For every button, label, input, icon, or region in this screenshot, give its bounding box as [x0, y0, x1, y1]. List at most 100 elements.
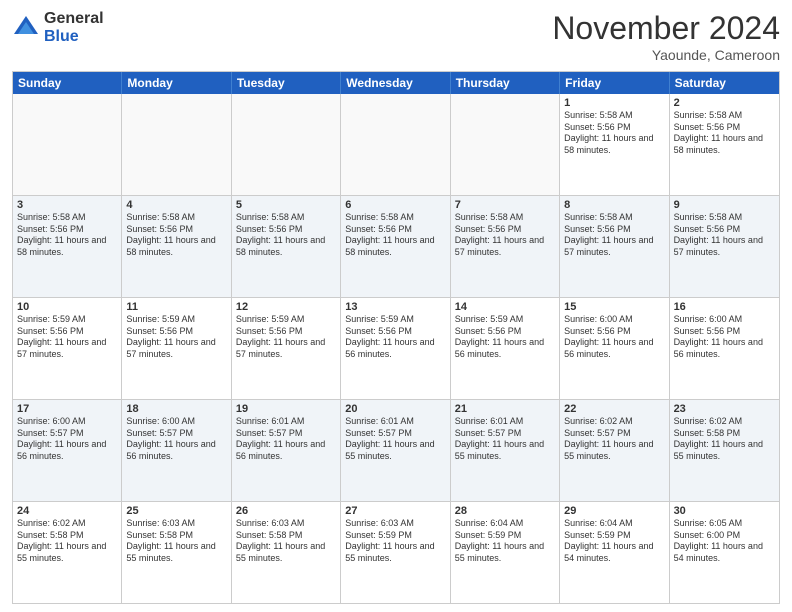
day-cell: 11Sunrise: 5:59 AM Sunset: 5:56 PM Dayli…	[122, 298, 231, 399]
weekday-header: Wednesday	[341, 72, 450, 94]
day-info: Sunrise: 6:05 AM Sunset: 6:00 PM Dayligh…	[674, 518, 763, 563]
day-info: Sunrise: 5:59 AM Sunset: 5:56 PM Dayligh…	[126, 314, 215, 359]
day-info: Sunrise: 5:58 AM Sunset: 5:56 PM Dayligh…	[564, 212, 653, 257]
day-info: Sunrise: 6:01 AM Sunset: 5:57 PM Dayligh…	[455, 416, 544, 461]
calendar-row: 10Sunrise: 5:59 AM Sunset: 5:56 PM Dayli…	[13, 297, 779, 399]
day-cell: 6Sunrise: 5:58 AM Sunset: 5:56 PM Daylig…	[341, 196, 450, 297]
day-info: Sunrise: 6:03 AM Sunset: 5:58 PM Dayligh…	[126, 518, 215, 563]
day-info: Sunrise: 6:01 AM Sunset: 5:57 PM Dayligh…	[236, 416, 325, 461]
day-number: 15	[564, 301, 664, 313]
day-number: 12	[236, 301, 336, 313]
day-number: 1	[564, 97, 664, 109]
day-number: 4	[126, 199, 226, 211]
day-cell: 8Sunrise: 5:58 AM Sunset: 5:56 PM Daylig…	[560, 196, 669, 297]
day-number: 11	[126, 301, 226, 313]
day-number: 16	[674, 301, 775, 313]
day-number: 23	[674, 403, 775, 415]
day-number: 19	[236, 403, 336, 415]
day-cell: 3Sunrise: 5:58 AM Sunset: 5:56 PM Daylig…	[13, 196, 122, 297]
location: Yaounde, Cameroon	[552, 47, 780, 63]
day-info: Sunrise: 6:00 AM Sunset: 5:56 PM Dayligh…	[564, 314, 653, 359]
month-title: November 2024	[552, 10, 780, 47]
weekday-header: Friday	[560, 72, 669, 94]
day-cell: 30Sunrise: 6:05 AM Sunset: 6:00 PM Dayli…	[670, 502, 779, 603]
day-info: Sunrise: 5:58 AM Sunset: 5:56 PM Dayligh…	[674, 212, 763, 257]
day-number: 8	[564, 199, 664, 211]
day-info: Sunrise: 5:59 AM Sunset: 5:56 PM Dayligh…	[455, 314, 544, 359]
day-cell: 4Sunrise: 5:58 AM Sunset: 5:56 PM Daylig…	[122, 196, 231, 297]
day-info: Sunrise: 6:00 AM Sunset: 5:56 PM Dayligh…	[674, 314, 763, 359]
logo-blue: Blue	[44, 28, 104, 46]
empty-cell	[232, 94, 341, 195]
day-cell: 9Sunrise: 5:58 AM Sunset: 5:56 PM Daylig…	[670, 196, 779, 297]
day-cell: 18Sunrise: 6:00 AM Sunset: 5:57 PM Dayli…	[122, 400, 231, 501]
logo: General Blue	[12, 10, 104, 45]
logo-text: General Blue	[44, 10, 104, 45]
calendar-row: 17Sunrise: 6:00 AM Sunset: 5:57 PM Dayli…	[13, 399, 779, 501]
day-info: Sunrise: 5:58 AM Sunset: 5:56 PM Dayligh…	[674, 110, 763, 155]
logo-icon	[12, 14, 40, 42]
day-number: 14	[455, 301, 555, 313]
day-cell: 29Sunrise: 6:04 AM Sunset: 5:59 PM Dayli…	[560, 502, 669, 603]
day-info: Sunrise: 5:58 AM Sunset: 5:56 PM Dayligh…	[455, 212, 544, 257]
day-number: 7	[455, 199, 555, 211]
day-number: 22	[564, 403, 664, 415]
day-cell: 15Sunrise: 6:00 AM Sunset: 5:56 PM Dayli…	[560, 298, 669, 399]
day-cell: 23Sunrise: 6:02 AM Sunset: 5:58 PM Dayli…	[670, 400, 779, 501]
day-cell: 25Sunrise: 6:03 AM Sunset: 5:58 PM Dayli…	[122, 502, 231, 603]
day-info: Sunrise: 5:58 AM Sunset: 5:56 PM Dayligh…	[236, 212, 325, 257]
day-cell: 24Sunrise: 6:02 AM Sunset: 5:58 PM Dayli…	[13, 502, 122, 603]
title-block: November 2024 Yaounde, Cameroon	[552, 10, 780, 63]
day-info: Sunrise: 6:02 AM Sunset: 5:58 PM Dayligh…	[674, 416, 763, 461]
day-info: Sunrise: 5:58 AM Sunset: 5:56 PM Dayligh…	[17, 212, 106, 257]
day-number: 25	[126, 505, 226, 517]
day-info: Sunrise: 6:04 AM Sunset: 5:59 PM Dayligh…	[564, 518, 653, 563]
day-cell: 17Sunrise: 6:00 AM Sunset: 5:57 PM Dayli…	[13, 400, 122, 501]
empty-cell	[122, 94, 231, 195]
calendar: SundayMondayTuesdayWednesdayThursdayFrid…	[12, 71, 780, 604]
day-cell: 27Sunrise: 6:03 AM Sunset: 5:59 PM Dayli…	[341, 502, 450, 603]
calendar-body: 1Sunrise: 5:58 AM Sunset: 5:56 PM Daylig…	[13, 94, 779, 603]
day-number: 10	[17, 301, 117, 313]
day-cell: 20Sunrise: 6:01 AM Sunset: 5:57 PM Dayli…	[341, 400, 450, 501]
day-number: 27	[345, 505, 445, 517]
day-number: 17	[17, 403, 117, 415]
empty-cell	[451, 94, 560, 195]
day-number: 13	[345, 301, 445, 313]
day-info: Sunrise: 6:02 AM Sunset: 5:58 PM Dayligh…	[17, 518, 106, 563]
weekday-header: Thursday	[451, 72, 560, 94]
day-cell: 5Sunrise: 5:58 AM Sunset: 5:56 PM Daylig…	[232, 196, 341, 297]
day-cell: 13Sunrise: 5:59 AM Sunset: 5:56 PM Dayli…	[341, 298, 450, 399]
day-info: Sunrise: 6:03 AM Sunset: 5:59 PM Dayligh…	[345, 518, 434, 563]
day-number: 30	[674, 505, 775, 517]
day-info: Sunrise: 6:01 AM Sunset: 5:57 PM Dayligh…	[345, 416, 434, 461]
day-info: Sunrise: 5:59 AM Sunset: 5:56 PM Dayligh…	[236, 314, 325, 359]
day-cell: 16Sunrise: 6:00 AM Sunset: 5:56 PM Dayli…	[670, 298, 779, 399]
day-info: Sunrise: 5:58 AM Sunset: 5:56 PM Dayligh…	[564, 110, 653, 155]
header: General Blue November 2024 Yaounde, Came…	[12, 10, 780, 63]
empty-cell	[341, 94, 450, 195]
day-cell: 12Sunrise: 5:59 AM Sunset: 5:56 PM Dayli…	[232, 298, 341, 399]
day-number: 21	[455, 403, 555, 415]
day-number: 29	[564, 505, 664, 517]
calendar-header: SundayMondayTuesdayWednesdayThursdayFrid…	[13, 72, 779, 94]
day-info: Sunrise: 6:03 AM Sunset: 5:58 PM Dayligh…	[236, 518, 325, 563]
day-number: 3	[17, 199, 117, 211]
day-number: 24	[17, 505, 117, 517]
day-number: 2	[674, 97, 775, 109]
day-cell: 10Sunrise: 5:59 AM Sunset: 5:56 PM Dayli…	[13, 298, 122, 399]
day-number: 18	[126, 403, 226, 415]
day-info: Sunrise: 6:02 AM Sunset: 5:57 PM Dayligh…	[564, 416, 653, 461]
weekday-header: Saturday	[670, 72, 779, 94]
empty-cell	[13, 94, 122, 195]
day-info: Sunrise: 6:04 AM Sunset: 5:59 PM Dayligh…	[455, 518, 544, 563]
weekday-header: Monday	[122, 72, 231, 94]
day-info: Sunrise: 5:59 AM Sunset: 5:56 PM Dayligh…	[345, 314, 434, 359]
day-number: 9	[674, 199, 775, 211]
day-info: Sunrise: 5:59 AM Sunset: 5:56 PM Dayligh…	[17, 314, 106, 359]
logo-general: General	[44, 10, 104, 28]
calendar-row: 1Sunrise: 5:58 AM Sunset: 5:56 PM Daylig…	[13, 94, 779, 195]
day-info: Sunrise: 5:58 AM Sunset: 5:56 PM Dayligh…	[345, 212, 434, 257]
calendar-row: 3Sunrise: 5:58 AM Sunset: 5:56 PM Daylig…	[13, 195, 779, 297]
day-cell: 2Sunrise: 5:58 AM Sunset: 5:56 PM Daylig…	[670, 94, 779, 195]
